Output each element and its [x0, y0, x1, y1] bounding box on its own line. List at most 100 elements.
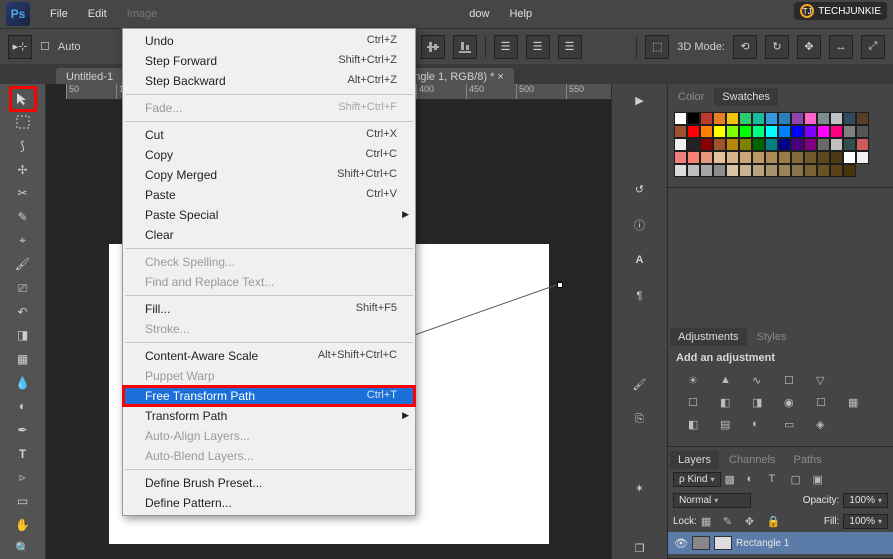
visibility-icon[interactable]: 👁 [674, 537, 688, 550]
swatch[interactable] [687, 138, 700, 151]
swatch[interactable] [843, 112, 856, 125]
tool-clone[interactable]: ⎚ [11, 277, 35, 299]
rotate-3d-icon[interactable]: ↻ [765, 35, 789, 59]
anchor-handle[interactable] [557, 282, 563, 288]
swatch[interactable] [687, 164, 700, 177]
swatch[interactable] [713, 138, 726, 151]
tab-paths[interactable]: Paths [786, 451, 830, 469]
filter-pixel-icon[interactable]: ▩ [725, 473, 743, 487]
menu-item-free-transform-path[interactable]: Free Transform PathCtrl+T [123, 386, 415, 406]
swatch[interactable] [830, 112, 843, 125]
tool-blur[interactable]: 💧 [11, 372, 35, 394]
menu-item-content-aware-scale[interactable]: Content-Aware ScaleAlt+Shift+Ctrl+C [123, 346, 415, 366]
swatch[interactable] [804, 151, 817, 164]
swatch[interactable] [687, 112, 700, 125]
distribute-icon[interactable]: ☰ [558, 35, 582, 59]
tool-eraser[interactable]: ◨ [11, 325, 35, 347]
auto-select-checkbox[interactable]: ☐ [40, 40, 50, 53]
menu-window-partial[interactable]: dow [459, 0, 499, 28]
swatch[interactable] [830, 125, 843, 138]
menu-item-clear[interactable]: Clear [123, 225, 415, 245]
swatch[interactable] [700, 138, 713, 151]
swatch[interactable] [804, 112, 817, 125]
lock-pos-icon[interactable]: ✥ [745, 515, 763, 529]
tab-layers[interactable]: Layers [670, 451, 719, 469]
swatch[interactable] [765, 138, 778, 151]
filter-smart-icon[interactable]: ▣ [813, 473, 831, 487]
align-vmid-icon[interactable] [421, 35, 445, 59]
tab-swatches[interactable]: Swatches [714, 88, 778, 106]
char-icon[interactable]: A [629, 250, 651, 272]
swatch[interactable] [791, 112, 804, 125]
bw-icon[interactable]: ◨ [752, 396, 770, 410]
swatch[interactable] [791, 138, 804, 151]
swatch[interactable] [752, 151, 765, 164]
lock-trans-icon[interactable]: ▦ [701, 515, 719, 529]
swatch[interactable] [726, 112, 739, 125]
tool-dodge[interactable]: ◐ [11, 396, 35, 418]
swatch[interactable] [674, 164, 687, 177]
document-tab-active[interactable]: Untitled-1 [56, 68, 123, 84]
menu-item-fill-[interactable]: Fill...Shift+F5 [123, 299, 415, 319]
align-left-icon[interactable]: ☰ [494, 35, 518, 59]
swatch[interactable] [674, 138, 687, 151]
swatch[interactable] [830, 151, 843, 164]
swatch[interactable] [739, 151, 752, 164]
swatch[interactable] [817, 138, 830, 151]
swatch[interactable] [856, 151, 869, 164]
threshold-icon[interactable]: ◐ [752, 418, 770, 432]
swatch[interactable] [856, 138, 869, 151]
swatch[interactable] [726, 125, 739, 138]
filter-type-icon[interactable]: T [769, 473, 787, 487]
swatch[interactable] [778, 164, 791, 177]
swatch[interactable] [674, 125, 687, 138]
poster-icon[interactable]: ▤ [720, 418, 738, 432]
hue-icon[interactable]: ☐ [688, 396, 706, 410]
tool-eyedropper[interactable]: ✎ [11, 206, 35, 228]
tool-brush[interactable]: 🖌 [11, 254, 35, 276]
swatch[interactable] [856, 112, 869, 125]
exposure-icon[interactable]: ☐ [784, 374, 802, 388]
layer-filter-select[interactable]: ρ Kind▾ [673, 472, 721, 487]
filter-adj-icon[interactable]: ◐ [747, 473, 765, 487]
swatch[interactable] [752, 125, 765, 138]
chan-mix-icon[interactable]: ☐ [816, 396, 834, 410]
swatch[interactable] [778, 151, 791, 164]
history-icon[interactable]: ↺ [629, 179, 651, 201]
tab-channels[interactable]: Channels [721, 451, 783, 469]
swatch[interactable] [713, 164, 726, 177]
menu-item-cut[interactable]: CutCtrl+X [123, 125, 415, 145]
swatch[interactable] [830, 138, 843, 151]
photo-filter-icon[interactable]: ◉ [784, 396, 802, 410]
para-icon[interactable]: ¶ [629, 285, 651, 307]
tab-styles[interactable]: Styles [749, 328, 795, 346]
menu-item-copy[interactable]: CopyCtrl+C [123, 145, 415, 165]
curves-icon[interactable]: ∿ [752, 374, 770, 388]
swatch[interactable] [674, 112, 687, 125]
blend-mode-select[interactable]: Normal▾ [673, 493, 751, 508]
tool-lasso[interactable]: ⟆ [11, 135, 35, 157]
mask-thumb[interactable] [714, 536, 732, 550]
color-bal-icon[interactable]: ◧ [720, 396, 738, 410]
tool-healing[interactable]: ⌖ [11, 230, 35, 252]
swatch[interactable] [713, 125, 726, 138]
swatch[interactable] [804, 164, 817, 177]
swatch[interactable] [817, 112, 830, 125]
swatch[interactable] [804, 125, 817, 138]
lock-all-icon[interactable]: 🔒 [767, 515, 785, 529]
menu-item-paste-special[interactable]: Paste Special▶ [123, 205, 415, 225]
levels-icon[interactable]: ▲ [720, 374, 738, 388]
swatch[interactable] [830, 164, 843, 177]
menu-file[interactable]: File [40, 0, 78, 28]
menu-image[interactable]: Image [117, 0, 168, 28]
tool-preset-icon[interactable]: ▸⊹ [8, 35, 32, 59]
swatch[interactable] [752, 164, 765, 177]
tool-pen[interactable]: ✒ [11, 419, 35, 441]
clone-src-icon[interactable]: ⎘ [629, 409, 651, 431]
menu-item-undo[interactable]: UndoCtrl+Z [123, 31, 415, 51]
swatch[interactable] [791, 125, 804, 138]
selcolor-icon[interactable]: ◈ [816, 418, 834, 432]
swatch[interactable] [765, 164, 778, 177]
lock-pixel-icon[interactable]: ✎ [723, 515, 741, 529]
swatch[interactable] [700, 112, 713, 125]
